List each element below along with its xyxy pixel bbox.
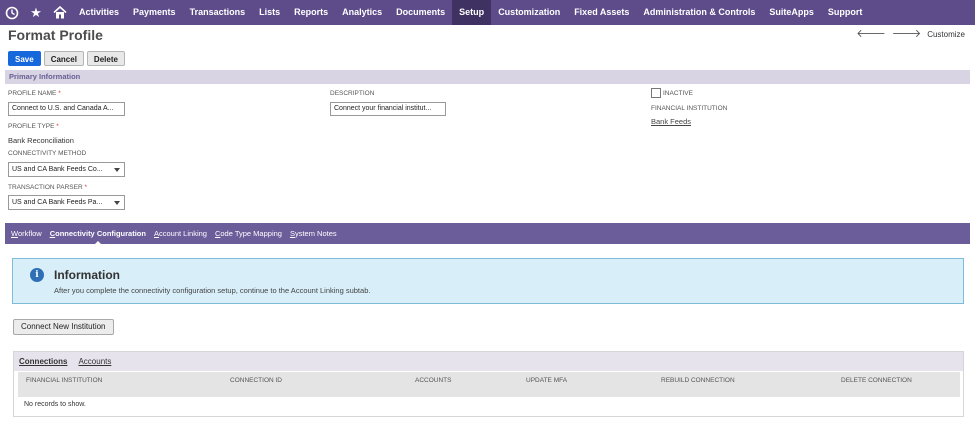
nav-transactions[interactable]: Transactions [183,0,253,25]
tab-code-type-mapping[interactable]: Code Type Mapping [215,229,282,238]
tab-workflow[interactable]: Workflow [11,229,42,238]
tab-accounts[interactable]: Accounts [78,357,111,366]
primary-information-header: Primary Information [5,70,970,84]
delete-button[interactable]: Delete [86,51,125,66]
cancel-button[interactable]: Cancel [43,51,84,66]
tab-account-linking[interactable]: Account Linking [154,229,207,238]
subtab-bar: Workflow Connectivity Configuration Acco… [5,223,970,245]
connectivity-method-select[interactable]: US and CA Bank Feeds Co... [8,162,125,177]
column-update-mfa[interactable]: UPDATE MFA [526,377,567,384]
tab-system-notes[interactable]: System Notes [290,229,337,238]
home-icon[interactable] [48,0,72,25]
chevron-down-icon [114,168,120,172]
recent-icon[interactable] [0,0,24,25]
customize-link[interactable]: Customize [927,30,965,39]
nav-support[interactable]: Support [821,0,870,25]
profile-type-label: PROFILE TYPE * [8,123,59,130]
tab-connections[interactable]: Connections [19,357,67,366]
nav-administration-controls[interactable]: Administration & Controls [636,0,762,25]
transaction-parser-label: TRANSACTION PARSER * [8,184,87,191]
nav-fixed-assets[interactable]: Fixed Assets [567,0,636,25]
transaction-parser-select[interactable]: US and CA Bank Feeds Pa... [8,195,125,210]
nav-customization[interactable]: Customization [491,0,567,25]
inactive-label: INACTIVE [663,90,693,97]
description-label: DESCRIPTION [330,90,375,97]
forward-arrow-icon[interactable]: 🡒 [892,29,922,40]
info-title: Information [54,268,120,282]
profile-name-label: PROFILE NAME * [8,90,61,97]
info-icon: i [30,268,44,282]
tab-connectivity-configuration[interactable]: Connectivity Configuration [50,229,146,245]
page-title: Format Profile [8,27,103,43]
connections-panel: Connections Accounts FINANCIAL INSTITUTI… [13,351,964,417]
column-financial-institution[interactable]: FINANCIAL INSTITUTION [26,377,102,384]
section-title: Primary Information [9,72,81,81]
nav-reports[interactable]: Reports [287,0,335,25]
top-navigation: ★ Activities Payments Transactions Lists… [0,0,975,25]
nav-setup[interactable]: Setup [452,0,492,25]
nav-documents[interactable]: Documents [389,0,452,25]
transaction-parser-value: US and CA Bank Feeds Pa... [12,199,103,206]
connectivity-method-value: US and CA Bank Feeds Co... [12,166,103,173]
information-message: i Information After you complete the con… [12,258,964,304]
profile-type-value: Bank Reconciliation [8,136,74,145]
back-arrow-icon[interactable]: 🡐 [856,29,886,40]
column-rebuild-connection[interactable]: REBUILD CONNECTION [661,377,735,384]
column-delete-connection[interactable]: DELETE CONNECTION [841,377,912,384]
connectivity-method-label: CONNECTIVITY METHOD [8,150,87,157]
nav-payments[interactable]: Payments [126,0,183,25]
empty-table-message: No records to show. [24,401,86,408]
financial-institution-link[interactable]: Bank Feeds [651,117,691,126]
info-text: After you complete the connectivity conf… [54,286,371,295]
connections-tabs: Connections Accounts [14,352,963,371]
nav-suiteapps[interactable]: SuiteApps [762,0,821,25]
action-buttons: Save Cancel Delete [8,51,125,66]
profile-name-field[interactable]: Connect to U.S. and Canada A... [8,102,125,116]
page-actions: 🡐 🡒 Customize [856,29,965,40]
column-accounts[interactable]: ACCOUNTS [415,377,451,384]
description-field[interactable]: Connect your financial institut... [330,102,446,116]
inactive-checkbox[interactable] [651,88,661,98]
table-header: FINANCIAL INSTITUTION CONNECTION ID ACCO… [18,372,960,397]
save-button[interactable]: Save [8,51,41,66]
nav-activities[interactable]: Activities [72,0,126,25]
star-icon[interactable]: ★ [24,0,48,25]
nav-lists[interactable]: Lists [252,0,287,25]
financial-institution-label: FINANCIAL INSTITUTION [651,105,728,112]
column-connection-id[interactable]: CONNECTION ID [230,377,282,384]
chevron-down-icon [114,201,120,205]
nav-analytics[interactable]: Analytics [335,0,389,25]
connect-new-institution-button[interactable]: Connect New Institution [13,319,114,335]
